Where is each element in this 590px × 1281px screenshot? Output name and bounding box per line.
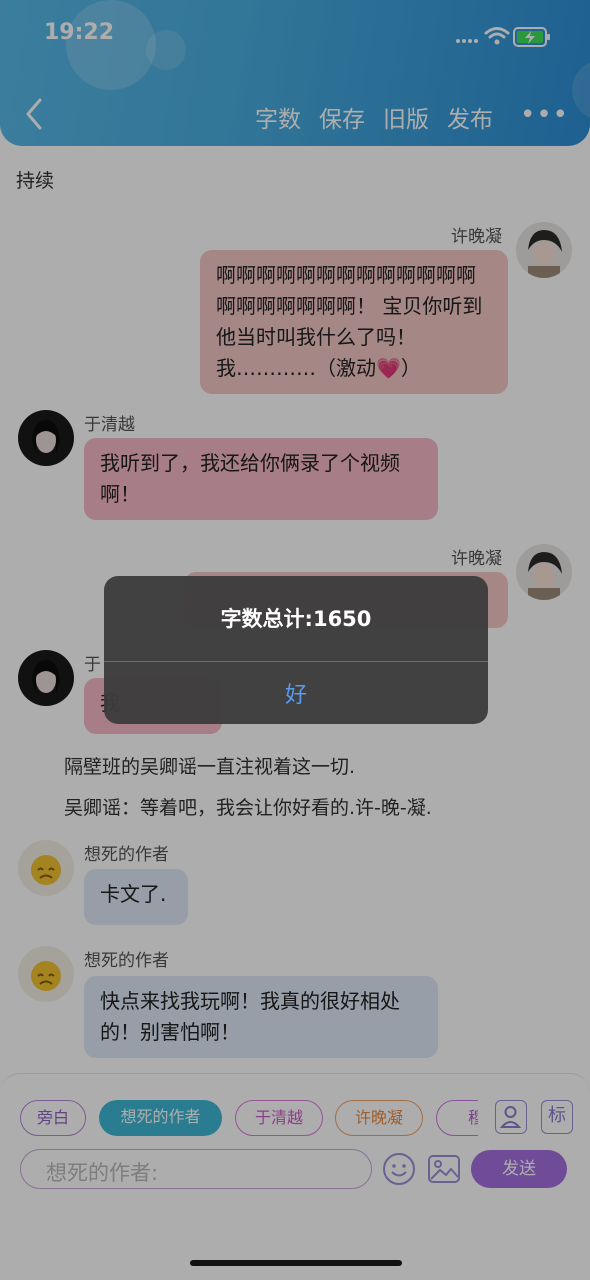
alert-dialog: 字数总计:1650 好 <box>104 576 488 724</box>
alert-divider <box>104 661 488 662</box>
alert-ok-button[interactable]: 好 <box>104 677 488 709</box>
alert-title: 字数总计:1650 <box>220 607 372 631</box>
home-indicator <box>190 1260 402 1266</box>
